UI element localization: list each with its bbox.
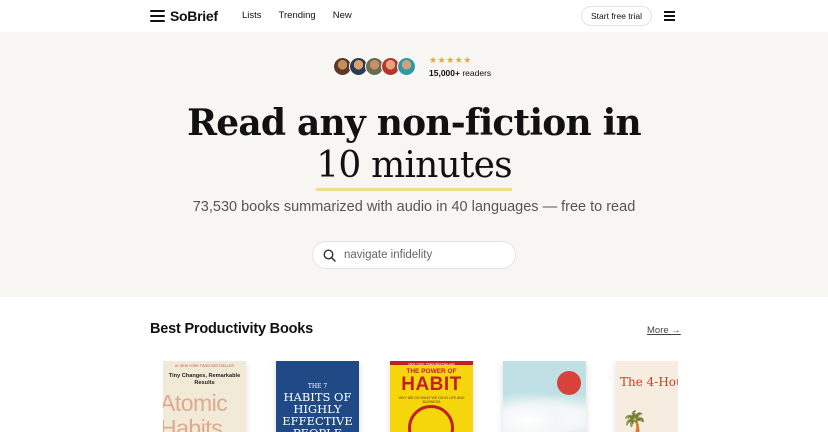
book-tagline: Tiny Changes, Remarkable Results: [168, 373, 241, 386]
hero-subtitle: 73,530 books summarized with audio in 40…: [192, 199, 636, 215]
hamburger-menu-icon[interactable]: [664, 11, 675, 21]
book-title: Atomic Habits: [163, 390, 228, 432]
palm-tree-icon: 🌴: [622, 411, 647, 432]
book-cover-4-hour-workweek[interactable]: The 4-Hour Workweek 🌴: [616, 361, 678, 432]
book-title: HABITS OF HIGHLY EFFECTIVE PEOPLE: [282, 390, 353, 432]
brand-name: SoBrief: [170, 8, 218, 24]
best-productivity-section: Best Productivity Books More → #1 NEW YO…: [0, 297, 828, 432]
book-cover-7-habits[interactable]: THE 7 HABITS OF HIGHLY EFFECTIVE PEOPLE: [276, 361, 359, 432]
star-rating-icon: ★★★★★: [429, 55, 472, 65]
main-nav: Lists Trending New: [242, 10, 352, 21]
book-illustration: [408, 405, 454, 432]
readers-label: readers: [462, 68, 492, 78]
readers-count: 15,000+ readers: [429, 68, 491, 78]
book-badge: #1 NEW YORK TIMES BESTSELLER: [174, 364, 234, 368]
headline-line-1: Read any non-fiction in: [187, 102, 641, 144]
search-bar[interactable]: [312, 241, 516, 269]
brand-logo[interactable]: SoBrief: [150, 8, 218, 24]
search-icon: [323, 248, 336, 262]
search-input[interactable]: [344, 249, 504, 261]
book-prefix: THE 7: [307, 383, 328, 390]
logo-icon: [150, 9, 165, 24]
book-subtitle: WHY WE DO WHAT WE DO IN LIFE AND BUSINES…: [398, 396, 465, 404]
nav-new[interactable]: New: [333, 10, 352, 21]
book-cover-atomic-habits[interactable]: #1 NEW YORK TIMES BESTSELLER Tiny Change…: [163, 361, 246, 432]
readers-number: 15,000+: [429, 68, 460, 78]
reader-rating: ★★★★★ 15,000+ readers: [429, 55, 491, 78]
start-free-trial-button[interactable]: Start free trial: [581, 6, 652, 26]
book-cover-power-of-habit[interactable]: NEW YORK TIMES BESTSELLER THE POWER OF H…: [390, 361, 473, 432]
book-carousel: #1 NEW YORK TIMES BESTSELLER Tiny Change…: [163, 361, 678, 432]
nav-lists[interactable]: Lists: [242, 10, 262, 21]
book-badge: NEW YORK TIMES BESTSELLER: [408, 362, 455, 366]
more-link[interactable]: More →: [647, 325, 681, 336]
book-title: The 4-Hour Workweek: [620, 375, 678, 389]
book-title: HABIT: [401, 374, 462, 395]
headline-highlight: 10 minutes: [316, 145, 513, 191]
section-title: Best Productivity Books: [150, 321, 313, 337]
reader-avatars: [333, 57, 416, 76]
avatar: [397, 57, 416, 76]
nav-trending[interactable]: Trending: [279, 10, 316, 21]
headline-line-2: 10 minutes: [0, 144, 828, 191]
top-nav-bar: SoBrief Lists Trending New Start free tr…: [0, 0, 828, 32]
book-cover-sky[interactable]: [503, 361, 586, 432]
book-illustration: [503, 391, 586, 432]
